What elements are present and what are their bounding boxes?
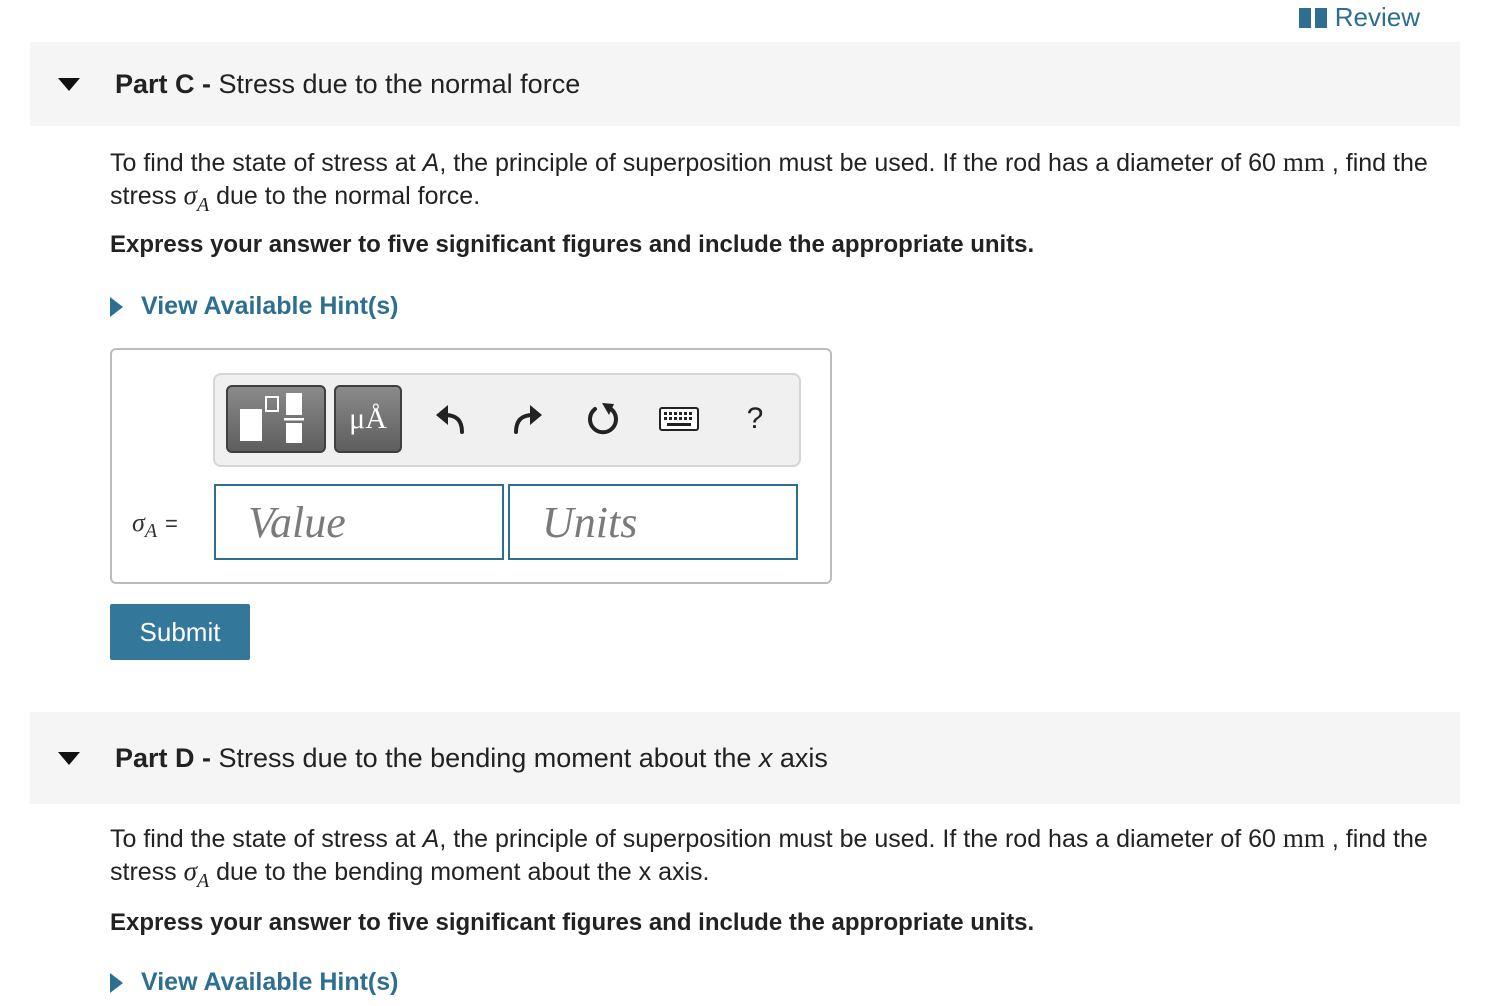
part-c-prompt: To find the state of stress at A, the pr…: [110, 147, 1428, 216]
redo-icon[interactable]: [505, 397, 549, 441]
reset-icon[interactable]: [581, 397, 625, 441]
part-c-title: Part C - Stress due to the normal force: [115, 68, 581, 99]
part-d-header[interactable]: Part D - Stress due to the bending momen…: [30, 712, 1460, 804]
help-icon[interactable]: ?: [733, 397, 777, 441]
hint-label: View Available Hint(s): [141, 292, 399, 320]
part-d-prompt: To find the state of stress at A, the pr…: [110, 823, 1428, 892]
part-d-hint-toggle[interactable]: View Available Hint(s): [110, 968, 398, 997]
expand-arrow-icon: [110, 972, 123, 993]
math-toolbar: μÅ ?: [213, 373, 801, 467]
answer-lhs-label: σA =: [132, 508, 178, 542]
book-icon: [1298, 7, 1327, 28]
hint-label: View Available Hint(s): [141, 968, 399, 996]
collapse-triangle-icon[interactable]: [58, 77, 80, 91]
part-c-hint-toggle[interactable]: View Available Hint(s): [110, 292, 398, 321]
review-link[interactable]: Review: [1298, 2, 1420, 33]
part-c-header[interactable]: Part C - Stress due to the normal force: [30, 42, 1460, 126]
answer-box: μÅ ? σA = Value Units: [110, 348, 832, 584]
collapse-triangle-icon[interactable]: [58, 751, 80, 765]
undo-icon[interactable]: [429, 397, 473, 441]
keyboard-icon[interactable]: [657, 397, 701, 441]
part-d-title: Part D - Stress due to the bending momen…: [115, 742, 828, 773]
review-label: Review: [1334, 2, 1420, 32]
value-input[interactable]: [214, 484, 504, 560]
part-c-instruction: Express your answer to five significant …: [110, 231, 1035, 258]
expand-arrow-icon: [110, 296, 123, 317]
part-d-instruction: Express your answer to five significant …: [110, 909, 1035, 936]
submit-button[interactable]: Submit: [110, 604, 250, 660]
templates-button[interactable]: [226, 385, 326, 453]
units-input[interactable]: [508, 484, 798, 560]
templates-icon: [240, 393, 304, 443]
units-button[interactable]: μÅ: [334, 385, 402, 453]
